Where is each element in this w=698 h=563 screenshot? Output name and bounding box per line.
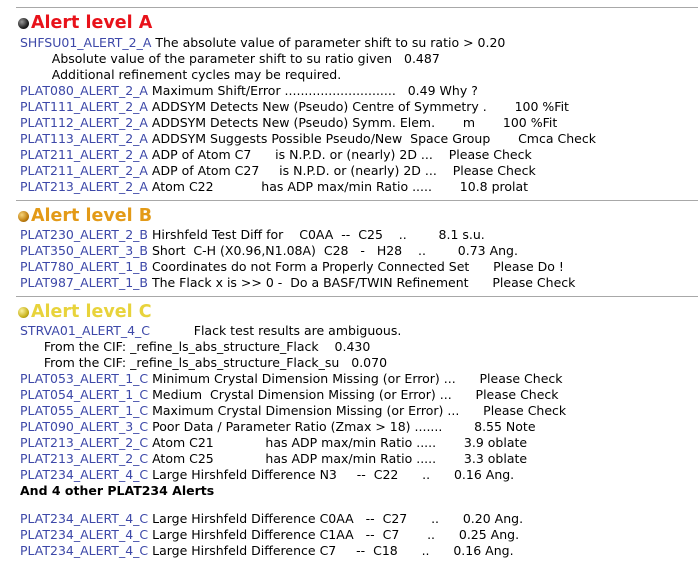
other-alerts-note: And 4 other PLAT234 Alerts <box>20 483 215 498</box>
alert-code: PLAT234_ALERT_4_C <box>20 467 149 482</box>
orange-bullet-icon <box>18 210 29 222</box>
alert-row: PLAT213_ALERT_2_A Atom C22 has ADP max/m… <box>20 179 528 195</box>
alert-row: PLAT780_ALERT_1_B Coordinates do not For… <box>20 259 564 275</box>
alert-code: PLAT113_ALERT_2_A <box>20 131 148 146</box>
alert-row: PLAT234_ALERT_4_C Large Hirshfeld Differ… <box>20 511 523 527</box>
alert-detail-line: From the CIF: _refine_ls_abs_structure_F… <box>20 355 387 371</box>
alert-code: PLAT234_ALERT_4_C <box>20 527 149 542</box>
alert-row: PLAT080_ALERT_2_A Maximum Shift/Error ..… <box>20 83 478 99</box>
alert-detail-line: From the CIF: _refine_ls_abs_structure_F… <box>20 339 370 355</box>
alert-message: ADDSYM Detects New (Pseudo) Symm. Elem. … <box>147 115 558 130</box>
alert-row: PLAT053_ALERT_1_C Minimum Crystal Dimens… <box>20 371 563 387</box>
alert-message: Minimum Crystal Dimension Missing (or Er… <box>148 371 563 386</box>
alert-message: Medium Crystal Dimension Missing (or Err… <box>148 387 559 402</box>
alert-row: PLAT055_ALERT_1_C Maximum Crystal Dimens… <box>20 403 566 419</box>
alert-code: PLAT213_ALERT_2_C <box>20 435 149 450</box>
alert-row: PLAT350_ALERT_3_B Short C-H (X0.96,N1.08… <box>20 243 518 259</box>
alert-code: PLAT211_ALERT_2_A <box>20 147 148 162</box>
alert-code: SHFSU01_ALERT_2_A <box>20 35 152 50</box>
alert-message: Atom C22 has ADP max/min Ratio ..... 10.… <box>147 179 529 194</box>
alert-code: STRVA01_ALERT_4_C <box>20 323 151 338</box>
alert-row: PLAT113_ALERT_2_A ADDSYM Suggests Possib… <box>20 131 596 147</box>
alert-row: PLAT211_ALERT_2_A ADP of Atom C27 is N.P… <box>20 163 536 179</box>
alert-level-c-heading: Alert level C <box>18 301 152 323</box>
alert-message: From the CIF: _refine_ls_abs_structure_F… <box>20 339 371 354</box>
alert-message: The absolute value of parameter shift to… <box>151 35 506 50</box>
alert-code: PLAT234_ALERT_4_C <box>20 511 149 526</box>
alert-message: Large Hirshfeld Difference N3 -- C22 .. … <box>148 467 515 482</box>
alert-code: PLAT213_ALERT_2_C <box>20 451 149 466</box>
alert-message: Short C-H (X0.96,N1.08A) C28 - H28 .. 0.… <box>147 243 518 258</box>
alert-code: PLAT054_ALERT_1_C <box>20 387 149 402</box>
alert-detail-line: Absolute value of the parameter shift to… <box>20 51 440 67</box>
alert-code: PLAT230_ALERT_2_B <box>20 227 148 242</box>
alert-message: Flack test results are ambiguous. <box>150 323 402 338</box>
alert-message: Hirshfeld Test Diff for C0AA -- C25 .. 8… <box>147 227 485 242</box>
alert-message: Poor Data / Parameter Ratio (Zmax > 18) … <box>148 419 536 434</box>
alert-message: Atom C21 has ADP max/min Ratio ..... 3.9… <box>148 435 528 450</box>
alert-row: SHFSU01_ALERT_2_A The absolute value of … <box>20 35 505 51</box>
alert-code: PLAT234_ALERT_4_C <box>20 543 149 558</box>
alert-row: PLAT234_ALERT_4_C Large Hirshfeld Differ… <box>20 527 519 543</box>
alert-message: The Flack x is >> 0 - Do a BASF/TWIN Ref… <box>147 275 576 290</box>
alert-message: Absolute value of the parameter shift to… <box>20 51 440 66</box>
alert-code: PLAT053_ALERT_1_C <box>20 371 149 386</box>
alert-code: PLAT987_ALERT_1_B <box>20 275 148 290</box>
alert-message: Coordinates do not Form a Properly Conne… <box>147 259 564 274</box>
divider-c <box>16 296 698 297</box>
yellow-bullet-icon <box>18 306 29 318</box>
alert-level-a-heading: Alert level A <box>18 12 152 34</box>
alert-code: PLAT780_ALERT_1_B <box>20 259 148 274</box>
alert-row: PLAT211_ALERT_2_A ADP of Atom C7 is N.P.… <box>20 147 532 163</box>
alert-row: PLAT090_ALERT_3_C Poor Data / Parameter … <box>20 419 536 435</box>
alert-row: PLAT987_ALERT_1_B The Flack x is >> 0 - … <box>20 275 575 291</box>
alert-level-b-heading: Alert level B <box>18 205 152 227</box>
alert-message: Additional refinement cycles may be requ… <box>20 67 342 82</box>
alert-row: PLAT230_ALERT_2_B Hirshfeld Test Diff fo… <box>20 227 485 243</box>
alert-message: Large Hirshfeld Difference C7 -- C18 .. … <box>148 543 514 558</box>
alert-row: PLAT213_ALERT_2_C Atom C21 has ADP max/m… <box>20 435 527 451</box>
alert-message: Large Hirshfeld Difference C0AA -- C27 .… <box>148 511 524 526</box>
alert-message: ADDSYM Detects New (Pseudo) Centre of Sy… <box>147 99 569 114</box>
black-bullet-icon <box>18 17 29 29</box>
alert-message: Atom C25 has ADP max/min Ratio ..... 3.3… <box>148 451 528 466</box>
alert-row: PLAT112_ALERT_2_A ADDSYM Detects New (Ps… <box>20 115 557 131</box>
alert-code: PLAT055_ALERT_1_C <box>20 403 149 418</box>
alert-code: PLAT112_ALERT_2_A <box>20 115 148 130</box>
alert-message: Maximum Crystal Dimension Missing (or Er… <box>148 403 567 418</box>
divider-top <box>16 7 698 8</box>
alert-code: PLAT080_ALERT_2_A <box>20 83 148 98</box>
alert-row: STRVA01_ALERT_4_C Flack test results are… <box>20 323 401 339</box>
alert-code: PLAT211_ALERT_2_A <box>20 163 148 178</box>
alert-message: Large Hirshfeld Difference C1AA -- C7 ..… <box>148 527 520 542</box>
alert-detail-line: Additional refinement cycles may be requ… <box>20 67 341 83</box>
alert-row: PLAT213_ALERT_2_C Atom C25 has ADP max/m… <box>20 451 527 467</box>
alert-message: ADP of Atom C7 is N.P.D. or (nearly) 2D … <box>147 147 532 162</box>
alert-code: PLAT111_ALERT_2_A <box>20 99 148 114</box>
alert-level-a-title: Alert level A <box>31 13 153 33</box>
alert-message: From the CIF: _refine_ls_abs_structure_F… <box>20 355 388 370</box>
alert-code: PLAT213_ALERT_2_A <box>20 179 148 194</box>
alert-level-b-title: Alert level B <box>31 206 153 226</box>
alert-level-c-title: Alert level C <box>31 302 152 322</box>
divider-b <box>16 200 698 201</box>
alert-row: PLAT234_ALERT_4_C Large Hirshfeld Differ… <box>20 543 514 559</box>
alert-code: PLAT350_ALERT_3_B <box>20 243 148 258</box>
alert-message: ADP of Atom C27 is N.P.D. or (nearly) 2D… <box>147 163 536 178</box>
alert-code: PLAT090_ALERT_3_C <box>20 419 149 434</box>
alert-row: PLAT234_ALERT_4_C Large Hirshfeld Differ… <box>20 467 514 483</box>
alert-row: PLAT054_ALERT_1_C Medium Crystal Dimensi… <box>20 387 559 403</box>
alert-row: PLAT111_ALERT_2_A ADDSYM Detects New (Ps… <box>20 99 569 115</box>
alert-message: Maximum Shift/Error ....................… <box>147 83 478 98</box>
alert-message: ADDSYM Suggests Possible Pseudo/New Spac… <box>147 131 596 146</box>
